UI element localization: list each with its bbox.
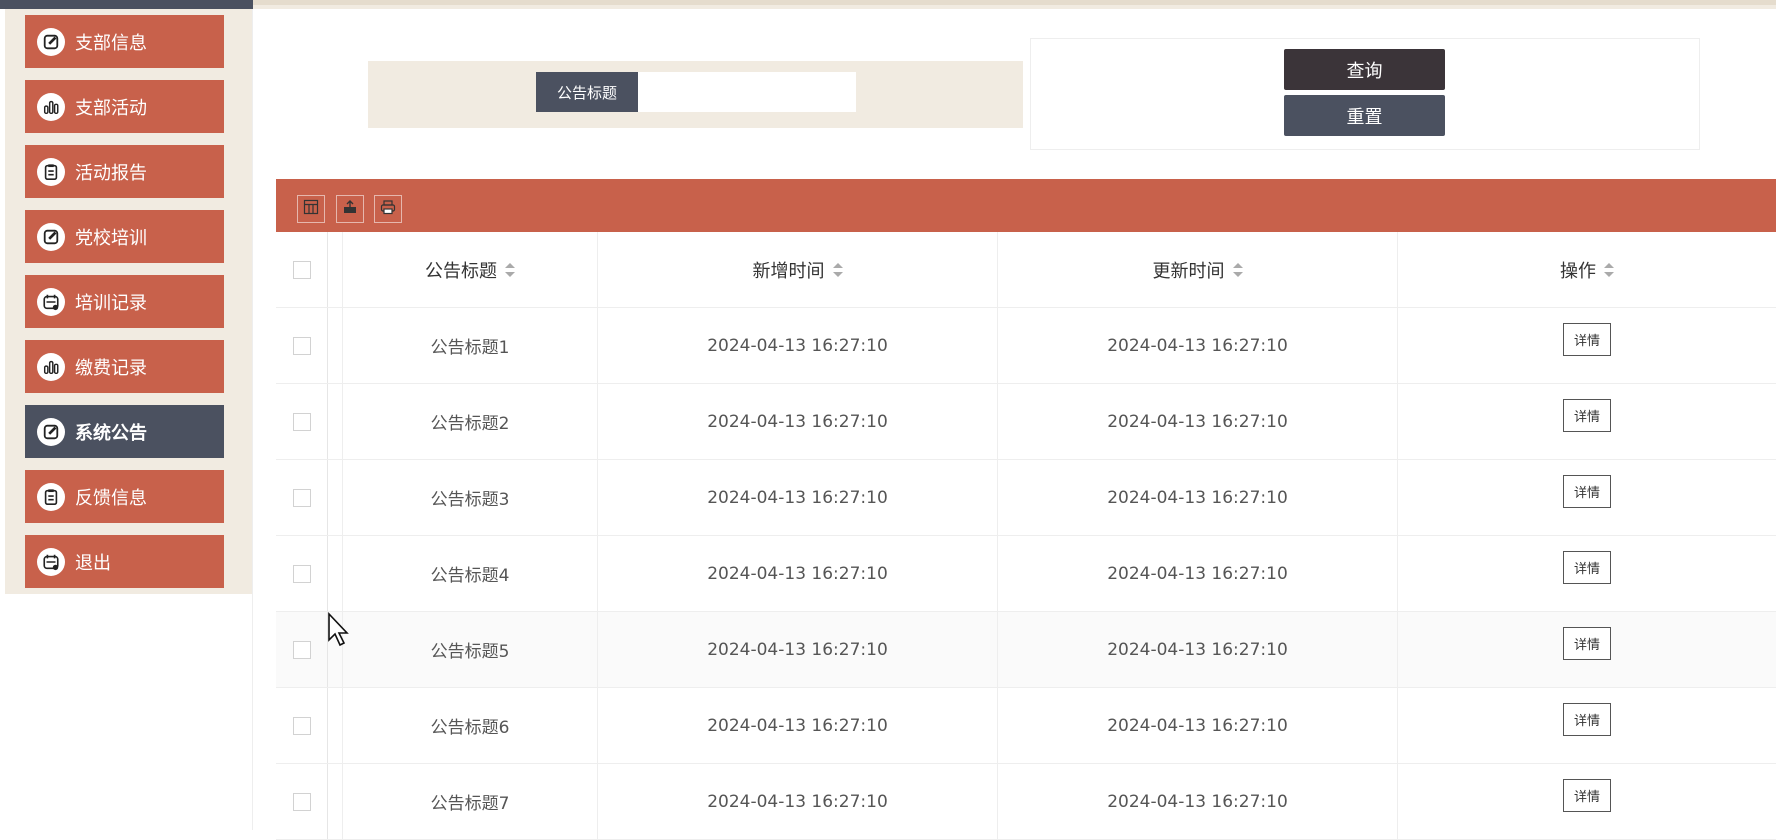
sort-icon[interactable] (1604, 262, 1614, 277)
cell-added-time: 2024-04-13 16:27:10 (598, 536, 998, 611)
cell-updated-time: 2024-04-13 16:27:10 (998, 612, 1398, 687)
row-checkbox[interactable] (292, 412, 311, 431)
header-title[interactable]: 公告标题 (343, 232, 598, 307)
edit-icon (37, 417, 65, 446)
export-button[interactable] (336, 195, 364, 223)
sidebar-item-label: 反馈信息 (75, 487, 147, 509)
table-toolbar (276, 179, 1776, 232)
table-row: 公告标题4 2024-04-13 16:27:10 2024-04-13 16:… (276, 536, 1776, 612)
sidebar-item-label: 活动报告 (75, 162, 147, 184)
table-row: 公告标题2 2024-04-13 16:27:10 2024-04-13 16:… (276, 384, 1776, 460)
columns-icon (303, 199, 319, 219)
header-updated-time[interactable]: 更新时间 (998, 232, 1398, 307)
sidebar-item-logout[interactable]: 退出 (25, 535, 224, 588)
sidebar-divider (252, 9, 253, 830)
sidebar-item-label: 系统公告 (75, 422, 147, 444)
clipboard-icon (37, 157, 65, 186)
top-bar-left (0, 0, 253, 9)
sidebar-item-label: 退出 (75, 552, 111, 574)
table-row: 公告标题3 2024-04-13 16:27:10 2024-04-13 16:… (276, 460, 1776, 536)
row-checkbox[interactable] (292, 716, 311, 735)
table-row: 公告标题1 2024-04-13 16:27:10 2024-04-13 16:… (276, 308, 1776, 384)
detail-button[interactable]: 详情 (1562, 627, 1611, 660)
detail-button[interactable]: 详情 (1562, 551, 1611, 584)
cell-added-time: 2024-04-13 16:27:10 (598, 384, 998, 459)
detail-button[interactable]: 详情 (1562, 399, 1611, 432)
row-checkbox[interactable] (292, 564, 311, 583)
cell-title: 公告标题1 (343, 308, 598, 383)
edit-icon (37, 222, 65, 251)
calendar-icon (37, 547, 65, 576)
search-label: 公告标题 (536, 72, 638, 112)
cell-title: 公告标题6 (343, 688, 598, 763)
edit-icon (37, 27, 65, 56)
sidebar-item-party-training[interactable]: 党校培训 (25, 210, 224, 263)
search-input[interactable] (638, 72, 856, 112)
sidebar-item-system-notice[interactable]: 系统公告 (25, 405, 224, 458)
header-added-time[interactable]: 新增时间 (598, 232, 998, 307)
cell-added-time: 2024-04-13 16:27:10 (598, 460, 998, 535)
clipboard-icon (37, 482, 65, 511)
sidebar-item-label: 支部信息 (75, 32, 147, 54)
cell-title: 公告标题5 (343, 612, 598, 687)
calendar-icon (37, 287, 65, 316)
cell-updated-time: 2024-04-13 16:27:10 (998, 536, 1398, 611)
detail-button[interactable]: 详情 (1562, 323, 1611, 356)
cell-updated-time: 2024-04-13 16:27:10 (998, 308, 1398, 383)
mouse-cursor-icon (328, 612, 349, 647)
query-button[interactable]: 查询 (1284, 49, 1445, 90)
table-row: 公告标题7 2024-04-13 16:27:10 2024-04-13 16:… (276, 764, 1776, 840)
select-all-checkbox[interactable] (292, 260, 311, 279)
sidebar-item-label: 党校培训 (75, 227, 147, 249)
sort-icon[interactable] (505, 262, 515, 277)
header-action[interactable]: 操作 (1398, 232, 1776, 307)
reset-button[interactable]: 重置 (1284, 95, 1445, 136)
table-row: 公告标题6 2024-04-13 16:27:10 2024-04-13 16:… (276, 688, 1776, 764)
cell-added-time: 2024-04-13 16:27:10 (598, 688, 998, 763)
sidebar-item-label: 支部活动 (75, 97, 147, 119)
sidebar-item-label: 缴费记录 (75, 357, 147, 379)
columns-button[interactable] (297, 195, 325, 223)
cell-added-time: 2024-04-13 16:27:10 (598, 612, 998, 687)
table-row: 公告标题5 2024-04-13 16:27:10 2024-04-13 16:… (276, 612, 1776, 688)
cell-updated-time: 2024-04-13 16:27:10 (998, 460, 1398, 535)
table-header-row: 公告标题 新增时间 更新时间 操作 (276, 232, 1776, 308)
sidebar-item-training-records[interactable]: 培训记录 (25, 275, 224, 328)
select-all-cell (276, 232, 328, 307)
sort-icon[interactable] (1232, 262, 1243, 277)
detail-button[interactable]: 详情 (1562, 475, 1611, 508)
cell-updated-time: 2024-04-13 16:27:10 (998, 764, 1398, 839)
row-checkbox[interactable] (292, 488, 311, 507)
cell-added-time: 2024-04-13 16:27:10 (598, 308, 998, 383)
detail-button[interactable]: 详情 (1562, 703, 1611, 736)
sidebar-item-activity-report[interactable]: 活动报告 (25, 145, 224, 198)
export-icon (342, 199, 358, 219)
row-checkbox[interactable] (292, 640, 311, 659)
sidebar-item-payment-records[interactable]: 缴费记录 (25, 340, 224, 393)
bar-chart-icon (37, 352, 65, 381)
row-checkbox[interactable] (292, 336, 311, 355)
top-bar-strip (253, 0, 1776, 5)
cell-title: 公告标题4 (343, 536, 598, 611)
sort-icon[interactable] (832, 262, 843, 277)
cell-updated-time: 2024-04-13 16:27:10 (998, 384, 1398, 459)
cell-added-time: 2024-04-13 16:27:10 (598, 764, 998, 839)
print-button[interactable] (374, 195, 402, 223)
row-checkbox[interactable] (292, 792, 311, 811)
sidebar-item-branch-info[interactable]: 支部信息 (25, 15, 224, 68)
detail-button[interactable]: 详情 (1562, 779, 1611, 812)
cell-title: 公告标题2 (343, 384, 598, 459)
cell-title: 公告标题3 (343, 460, 598, 535)
sidebar-item-label: 培训记录 (75, 292, 147, 314)
cell-title: 公告标题7 (343, 764, 598, 839)
bar-chart-icon (37, 92, 65, 121)
sidebar-item-feedback[interactable]: 反馈信息 (25, 470, 224, 523)
print-icon (380, 199, 396, 219)
cell-updated-time: 2024-04-13 16:27:10 (998, 688, 1398, 763)
sidebar-item-branch-activities[interactable]: 支部活动 (25, 80, 224, 133)
